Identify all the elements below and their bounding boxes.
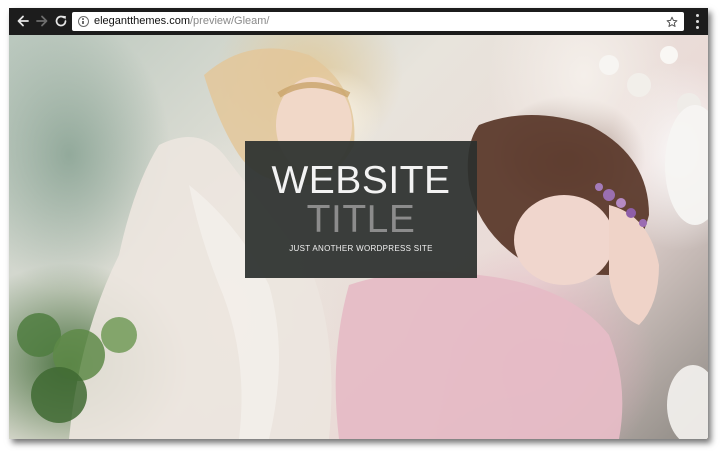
url-text[interactable]: elegantthemes.com/preview/Gleam/ bbox=[94, 12, 665, 31]
star-icon[interactable] bbox=[665, 15, 679, 29]
url-path: /preview/Gleam/ bbox=[190, 15, 270, 27]
back-button[interactable] bbox=[14, 12, 32, 30]
site-title-line-1: WEBSITE bbox=[271, 159, 451, 202]
menu-dot bbox=[695, 26, 699, 29]
url-domain: elegantthemes.com bbox=[94, 15, 190, 27]
browser-toolbar: elegantthemes.com/preview/Gleam/ bbox=[9, 8, 708, 35]
info-icon[interactable] bbox=[78, 16, 89, 27]
kebab-menu-icon[interactable] bbox=[693, 14, 701, 29]
page-viewport: WEBSITE TITLE JUST ANOTHER WORDPRESS SIT… bbox=[9, 35, 708, 439]
reload-icon bbox=[55, 15, 67, 27]
site-tagline: JUST ANOTHER WORDPRESS SITE bbox=[289, 244, 433, 253]
site-title-box[interactable]: WEBSITE TITLE JUST ANOTHER WORDPRESS SIT… bbox=[245, 141, 477, 278]
reload-button[interactable] bbox=[52, 12, 70, 30]
menu-dot bbox=[695, 20, 699, 23]
browser-window: elegantthemes.com/preview/Gleam/ WEBSITE… bbox=[9, 8, 708, 439]
site-title-line-2: TITLE bbox=[306, 198, 416, 241]
address-bar[interactable]: elegantthemes.com/preview/Gleam/ bbox=[72, 12, 684, 31]
forward-button[interactable] bbox=[33, 12, 51, 30]
arrow-left-icon bbox=[17, 15, 29, 27]
arrow-right-icon bbox=[36, 15, 48, 27]
star-shape bbox=[666, 16, 678, 27]
menu-dot bbox=[695, 14, 699, 17]
